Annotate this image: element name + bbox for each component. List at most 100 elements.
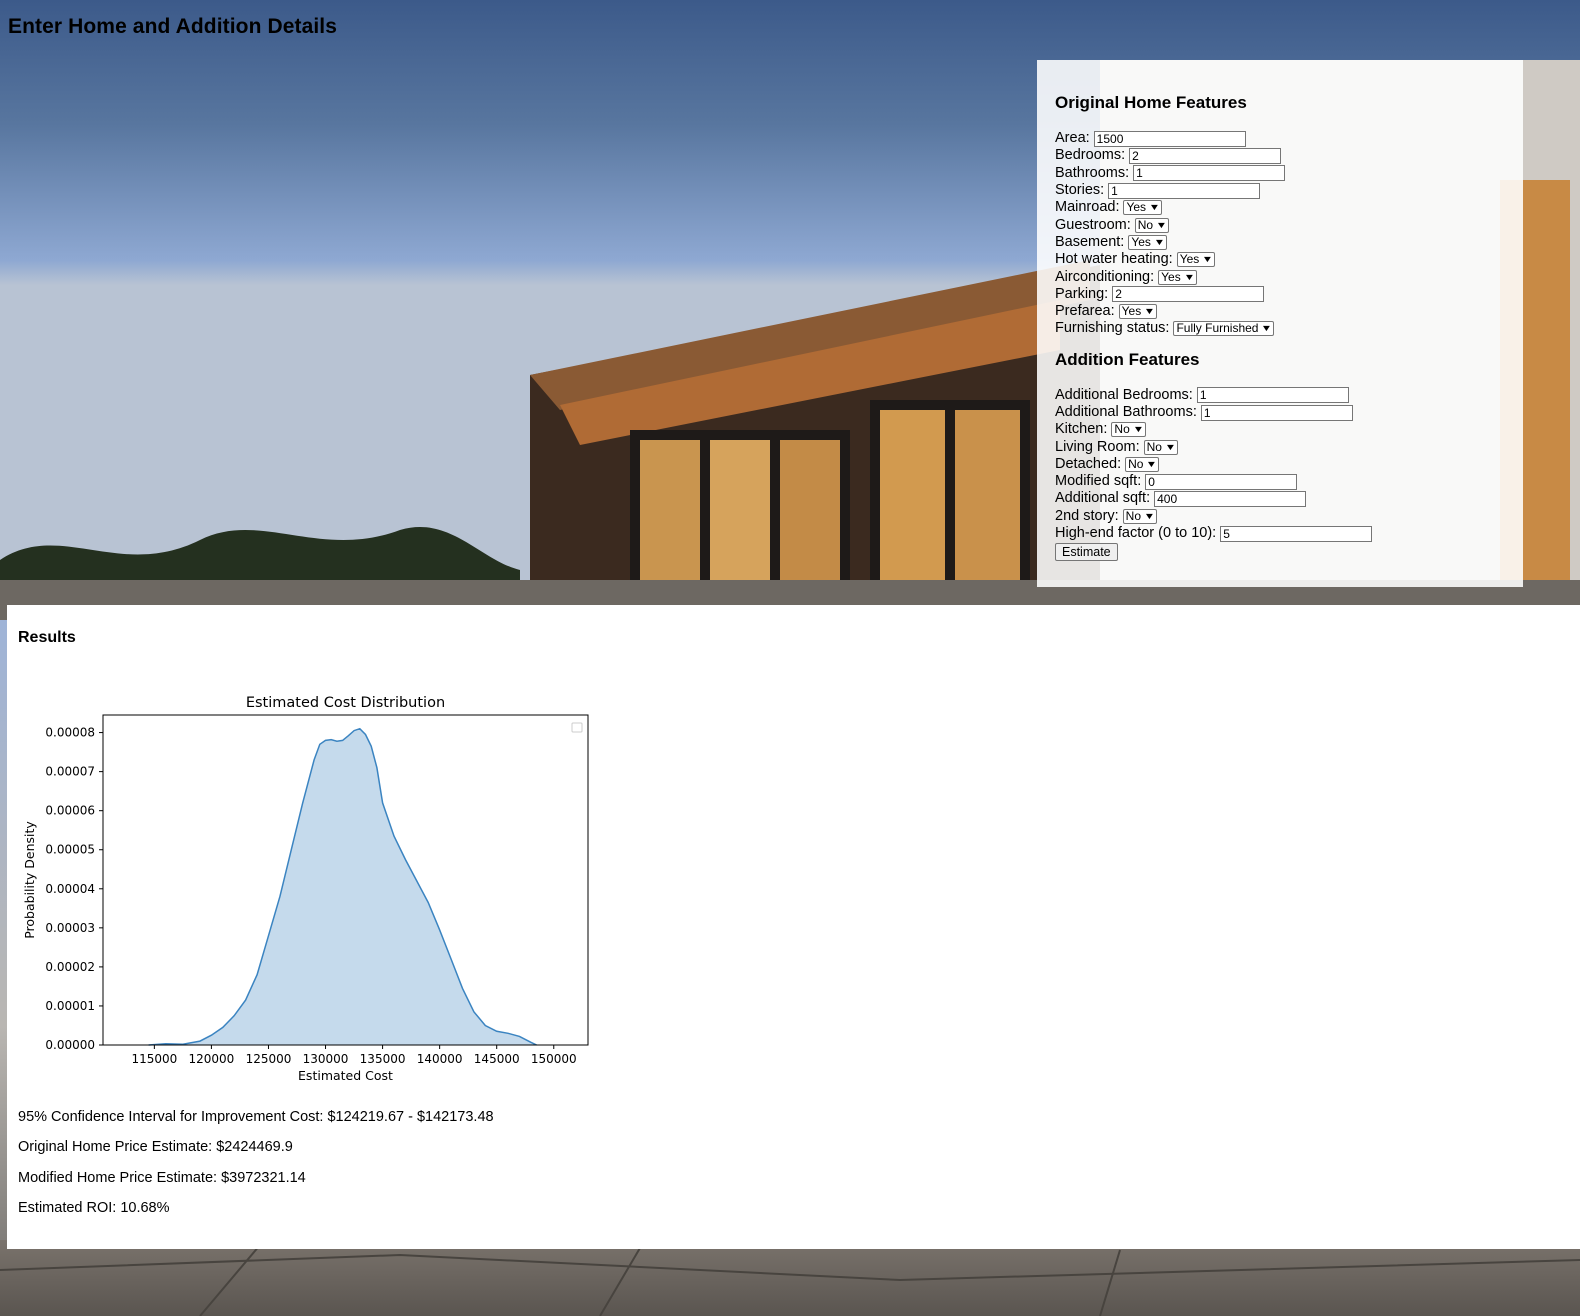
chart-title: Estimated Cost Distribution: [246, 695, 445, 711]
field-row-furnishing-status: Furnishing status: Fully Furnished ▼: [1055, 320, 1505, 337]
x-tick-label: 150000: [531, 1052, 577, 1066]
roi-text: Estimated ROI: 10.68%: [18, 1200, 170, 1216]
field-label: Guestroom:: [1055, 216, 1131, 233]
chevron-down-icon: ▼: [1164, 441, 1177, 452]
high-end-factor-0-to-10-input[interactable]: [1220, 525, 1373, 542]
field-row-detached: Detached: No ▼: [1055, 456, 1505, 473]
x-tick-label: 135000: [360, 1052, 406, 1066]
basement-select[interactable]: Yes ▼: [1128, 234, 1167, 250]
x-tick-label: 145000: [474, 1052, 520, 1066]
chevron-down-icon: ▼: [1201, 254, 1214, 265]
original-features-heading: Original Home Features: [1055, 93, 1247, 112]
cost-distribution-chart: Estimated Cost Distribution 115000 120000 1…: [18, 690, 603, 1115]
hot-water-heating-select[interactable]: Yes ▼: [1176, 252, 1216, 268]
y-tick-label: 0.00001: [45, 999, 95, 1013]
select-value: Yes: [1131, 234, 1151, 249]
chevron-down-icon: ▼: [1146, 458, 1158, 469]
legend-box: [571, 722, 583, 733]
field-label: Basement:: [1055, 233, 1125, 250]
x-tick-label: 125000: [246, 1052, 292, 1066]
field-label: Mainroad:: [1055, 199, 1120, 216]
detached-select[interactable]: No ▼: [1125, 456, 1160, 472]
field-row-2nd-story: 2nd story: No ▼: [1055, 508, 1505, 525]
chevron-down-icon: ▼: [1132, 424, 1145, 435]
field-label: Modified sqft:: [1055, 473, 1142, 490]
field-row-high-end-factor-0-to-10: High-end factor (0 to 10):: [1055, 525, 1505, 542]
field-row-additional-bedrooms: Additional Bedrooms:: [1055, 387, 1505, 404]
select-value: No: [1125, 508, 1142, 523]
kitchen-select[interactable]: No ▼: [1111, 422, 1146, 438]
field-row-parking: Parking:: [1055, 286, 1505, 303]
y-axis-label: Probability Density: [22, 821, 37, 939]
addition-features-heading: Addition Features: [1055, 349, 1200, 369]
chevron-down-icon: ▼: [1148, 202, 1161, 213]
field-row-additional-bathrooms: Additional Bathrooms:: [1055, 404, 1505, 421]
select-value: No: [1128, 456, 1144, 471]
2nd-story-select[interactable]: No ▼: [1122, 508, 1157, 524]
area-input[interactable]: [1093, 130, 1246, 147]
field-label: Airconditioning:: [1055, 268, 1155, 285]
field-row-hot-water-heating: Hot water heating: Yes ▼: [1055, 251, 1505, 268]
field-label: Stories:: [1055, 182, 1105, 199]
chart-svg: Estimated Cost Distribution 115000 120000 1…: [22, 695, 589, 1083]
details-form-panel: Original Home Features Area:Bedrooms:Bat…: [1037, 60, 1523, 587]
field-row-modified-sqft: Modified sqft:: [1055, 473, 1505, 490]
select-value: Yes: [1179, 252, 1200, 267]
y-tick-label: 0.00004: [45, 882, 95, 896]
chevron-down-icon: ▼: [1155, 219, 1168, 230]
field-label: Prefarea:: [1055, 303, 1115, 320]
field-label: Parking:: [1055, 285, 1109, 302]
y-tick-label: 0.00000: [45, 1038, 95, 1052]
x-tick-label: 115000: [131, 1052, 177, 1066]
bathrooms-input[interactable]: [1133, 165, 1286, 182]
guestroom-select[interactable]: No ▼: [1134, 217, 1170, 233]
x-tick-label: 140000: [417, 1052, 463, 1066]
confidence-interval-text: 95% Confidence Interval for Improvement …: [18, 1109, 494, 1125]
select-value: No: [1114, 422, 1130, 437]
field-row-area: Area:: [1055, 130, 1505, 147]
prefarea-select[interactable]: Yes ▼: [1118, 304, 1158, 320]
select-value: Fully Furnished: [1176, 321, 1259, 336]
field-row-kitchen: Kitchen: No ▼: [1055, 421, 1505, 438]
field-row-basement: Basement: Yes ▼: [1055, 234, 1505, 251]
chevron-down-icon: ▼: [1143, 306, 1156, 317]
results-panel: Results Estimated Cost Distribution 11500…: [7, 605, 1580, 1249]
field-row-airconditioning: Airconditioning: Yes ▼: [1055, 268, 1505, 285]
field-label: Additional sqft:: [1055, 490, 1151, 507]
field-row-prefarea: Prefarea: Yes ▼: [1055, 303, 1505, 320]
results-heading: Results: [18, 629, 76, 646]
additional-bedrooms-input[interactable]: [1196, 387, 1349, 404]
x-axis-label: Estimated Cost: [298, 1068, 393, 1083]
additional-sqft-input[interactable]: [1154, 490, 1307, 507]
field-label: Bedrooms:: [1055, 147, 1126, 164]
x-tick-label: 130000: [303, 1052, 349, 1066]
select-value: No: [1146, 439, 1162, 454]
y-tick-label: 0.00007: [45, 765, 95, 779]
parking-input[interactable]: [1112, 286, 1265, 303]
field-row-living-room: Living Room: No ▼: [1055, 438, 1505, 455]
modified-sqft-input[interactable]: [1145, 473, 1298, 490]
page-title: Enter Home and Addition Details: [8, 15, 338, 38]
field-row-bathrooms: Bathrooms:: [1055, 165, 1505, 182]
bedrooms-input[interactable]: [1129, 147, 1282, 164]
field-row-stories: Stories:: [1055, 182, 1505, 199]
modified-price-text: Modified Home Price Estimate: $3972321.1…: [18, 1170, 306, 1186]
estimate-button[interactable]: Estimate: [1055, 543, 1118, 562]
field-label: Additional Bathrooms:: [1055, 404, 1197, 420]
field-label: Detached:: [1055, 455, 1122, 472]
field-label: Bathrooms:: [1055, 164, 1130, 181]
select-value: Yes: [1126, 200, 1147, 215]
select-value: No: [1137, 217, 1154, 232]
field-label: Area:: [1055, 130, 1090, 147]
chevron-down-icon: ▼: [1153, 236, 1166, 247]
airconditioning-select[interactable]: Yes ▼: [1158, 269, 1197, 285]
additional-bathrooms-input[interactable]: [1200, 404, 1353, 421]
mainroad-select[interactable]: Yes ▼: [1123, 200, 1162, 216]
field-row-mainroad: Mainroad: Yes ▼: [1055, 199, 1505, 216]
stories-input[interactable]: [1108, 182, 1261, 199]
y-tick-label: 0.00002: [45, 960, 95, 974]
furnishing-status-select[interactable]: Fully Furnished ▼: [1173, 321, 1275, 337]
original-features-fields: Area:Bedrooms:Bathrooms:Stories:Mainroad…: [1055, 130, 1505, 338]
living-room-select[interactable]: No ▼: [1143, 439, 1178, 455]
select-value: Yes: [1161, 269, 1181, 284]
